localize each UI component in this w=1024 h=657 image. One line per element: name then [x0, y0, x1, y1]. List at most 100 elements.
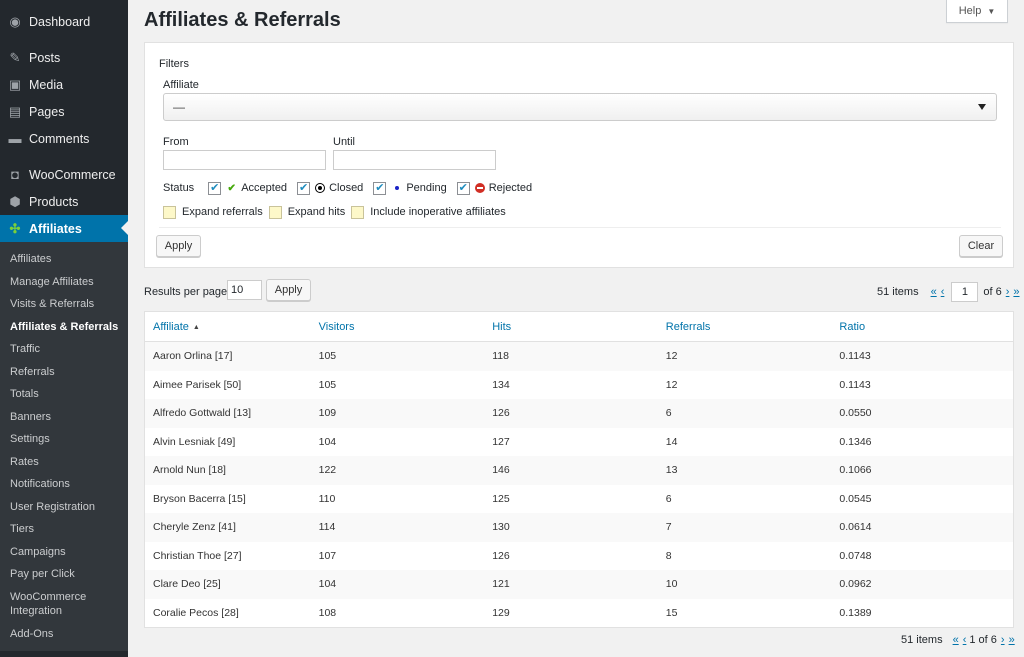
pending-icon — [391, 183, 402, 194]
option-label: Expand referrals — [182, 206, 263, 218]
cell-ratio: 0.1389 — [839, 606, 872, 619]
accepted-checkbox[interactable]: ✔ — [208, 181, 222, 195]
column-hits[interactable]: Hits — [492, 321, 666, 333]
menu-woocommerce[interactable]: ◘ WooCommerce — [0, 161, 128, 188]
status-rejected: ✔ Rejected — [456, 181, 532, 195]
results-apply-button[interactable]: Apply — [266, 279, 311, 301]
submenu-affiliates-referrals[interactable]: Affiliates & Referrals — [0, 316, 128, 339]
first-page-link[interactable]: « — [931, 286, 937, 298]
closed-checkbox[interactable]: ✔ — [297, 181, 311, 195]
column-ratio[interactable]: Ratio — [839, 321, 1013, 333]
page-title: Affiliates & Referrals — [144, 9, 341, 31]
submenu-visits-referrals[interactable]: Visits & Referrals — [0, 293, 128, 316]
option-expand-referrals: Expand referrals — [163, 205, 263, 219]
status-closed-label: Closed — [329, 182, 364, 194]
cell-affiliate: Christian Thoe [27] — [153, 549, 242, 562]
filter-apply-button[interactable]: Apply — [156, 235, 201, 257]
total-pages: of 6 — [983, 286, 1002, 298]
filter-clear-button[interactable]: Clear — [959, 235, 1003, 257]
table-row: Aaron Orlina [17] 105 118 12 0.1143 — [145, 342, 1013, 371]
rejected-checkbox[interactable]: ✔ — [456, 181, 470, 195]
cell-hits: 126 — [492, 549, 510, 562]
column-label: Affiliate — [153, 320, 189, 333]
include-inoperative-checkbox[interactable] — [351, 205, 365, 219]
cell-referrals: 12 — [665, 378, 678, 391]
help-button[interactable]: Help ▼ — [946, 0, 1008, 23]
menu-media[interactable]: ▣ Media — [0, 71, 128, 98]
expand-referrals-checkbox[interactable] — [163, 205, 176, 219]
table-row: Bryson Bacerra [15] 110 125 6 0.0545 — [145, 485, 1013, 514]
affiliate-select[interactable]: — — [163, 93, 997, 121]
page-indicator: 1 of 6 — [969, 634, 997, 646]
results-per-page-label: Results per page — [144, 286, 228, 298]
column-affiliate[interactable]: Affiliate ▲ — [145, 321, 319, 333]
cell-affiliate: Aimee Parisek [50] — [153, 378, 242, 391]
current-page-input[interactable]: 1 — [951, 282, 979, 302]
expand-hits-checkbox[interactable] — [268, 205, 282, 219]
submenu-woocommerce-integration[interactable]: WooCommerce Integration — [0, 586, 128, 623]
cell-referrals: 14 — [665, 435, 678, 448]
comment-icon: ▬ — [8, 131, 22, 146]
submenu-banners[interactable]: Banners — [0, 406, 128, 429]
cell-affiliate: Cheryle Zenz [41] — [153, 521, 236, 534]
submenu-totals[interactable]: Totals — [0, 383, 128, 406]
menu-products[interactable]: ⬢ Products — [0, 188, 128, 215]
column-referrals[interactable]: Referrals — [666, 321, 840, 333]
submenu-manage-affiliates[interactable]: Manage Affiliates — [0, 271, 128, 294]
submenu-notifications[interactable]: Notifications — [0, 473, 128, 496]
cell-ratio: 0.0748 — [839, 549, 872, 562]
column-visitors[interactable]: Visitors — [319, 321, 493, 333]
next-page-link[interactable]: › — [1006, 286, 1010, 298]
media-icon: ▣ — [8, 76, 22, 92]
from-date-input[interactable] — [163, 150, 326, 170]
submenu-traffic[interactable]: Traffic — [0, 338, 128, 361]
cell-hits: 134 — [492, 378, 510, 391]
caret-down-icon: ▼ — [987, 6, 996, 16]
submenu-rates[interactable]: Rates — [0, 451, 128, 474]
cell-referrals: 15 — [665, 606, 678, 619]
cell-visitors: 110 — [318, 492, 336, 505]
menu-dashboard[interactable]: ◉ Dashboard — [0, 8, 128, 35]
pending-checkbox[interactable]: ✔ — [373, 181, 387, 195]
submenu-settings[interactable]: Settings — [0, 428, 128, 451]
menu-label: Affiliates — [29, 221, 82, 236]
cell-hits: 127 — [492, 435, 510, 448]
last-page-link[interactable]: » — [1009, 634, 1015, 646]
affiliates-submenu: Affiliates Manage Affiliates Visits & Re… — [0, 242, 128, 651]
submenu-referrals[interactable]: Referrals — [0, 361, 128, 384]
cell-affiliate: Alvin Lesniak [49] — [153, 435, 236, 448]
submenu-tiers[interactable]: Tiers — [0, 518, 128, 541]
last-page-link[interactable]: » — [1013, 286, 1019, 298]
cell-hits: 146 — [492, 464, 510, 477]
cell-affiliate: Clare Deo [25] — [153, 578, 221, 591]
cell-hits: 125 — [492, 492, 510, 505]
cell-ratio: 0.1143 — [839, 350, 871, 363]
caret-down-icon — [978, 104, 986, 110]
results-per-page-input[interactable]: 10 — [227, 280, 262, 300]
cell-affiliate: Alfredo Gottwald [13] — [153, 407, 252, 420]
submenu-user-registration[interactable]: User Registration — [0, 496, 128, 519]
menu-pages[interactable]: ▤ Pages — [0, 98, 128, 125]
until-date-input[interactable] — [333, 150, 496, 170]
affiliates-table: Affiliate ▲ Visitors Hits Referrals Ratio… — [144, 311, 1014, 628]
cell-referrals: 6 — [665, 492, 672, 505]
submenu-add-ons[interactable]: Add-Ons — [0, 623, 128, 646]
status-label: Status — [163, 182, 195, 194]
menu-label: WooCommerce — [29, 167, 116, 182]
cell-referrals: 10 — [665, 578, 678, 591]
affiliate-select-value: — — [173, 100, 185, 114]
cell-ratio: 0.1143 — [839, 378, 871, 391]
prev-page-link[interactable]: ‹ — [941, 286, 945, 298]
submenu-pay-per-click[interactable]: Pay per Click — [0, 563, 128, 586]
first-page-link[interactable]: « — [953, 634, 959, 646]
menu-posts[interactable]: ✎ Posts — [0, 44, 128, 71]
cell-ratio: 0.0545 — [839, 492, 872, 505]
prev-page-link[interactable]: ‹ — [963, 634, 967, 646]
menu-comments[interactable]: ▬ Comments — [0, 125, 128, 152]
cell-ratio: 0.0614 — [839, 521, 872, 534]
status-filter: Status ✔ ✔ Accepted ✔ Closed ✔ Pending ✔… — [163, 180, 542, 196]
next-page-link[interactable]: › — [1001, 634, 1005, 646]
submenu-campaigns[interactable]: Campaigns — [0, 541, 128, 564]
submenu-affiliates[interactable]: Affiliates — [0, 248, 128, 271]
menu-affiliates[interactable]: ✣ Affiliates — [0, 215, 128, 242]
